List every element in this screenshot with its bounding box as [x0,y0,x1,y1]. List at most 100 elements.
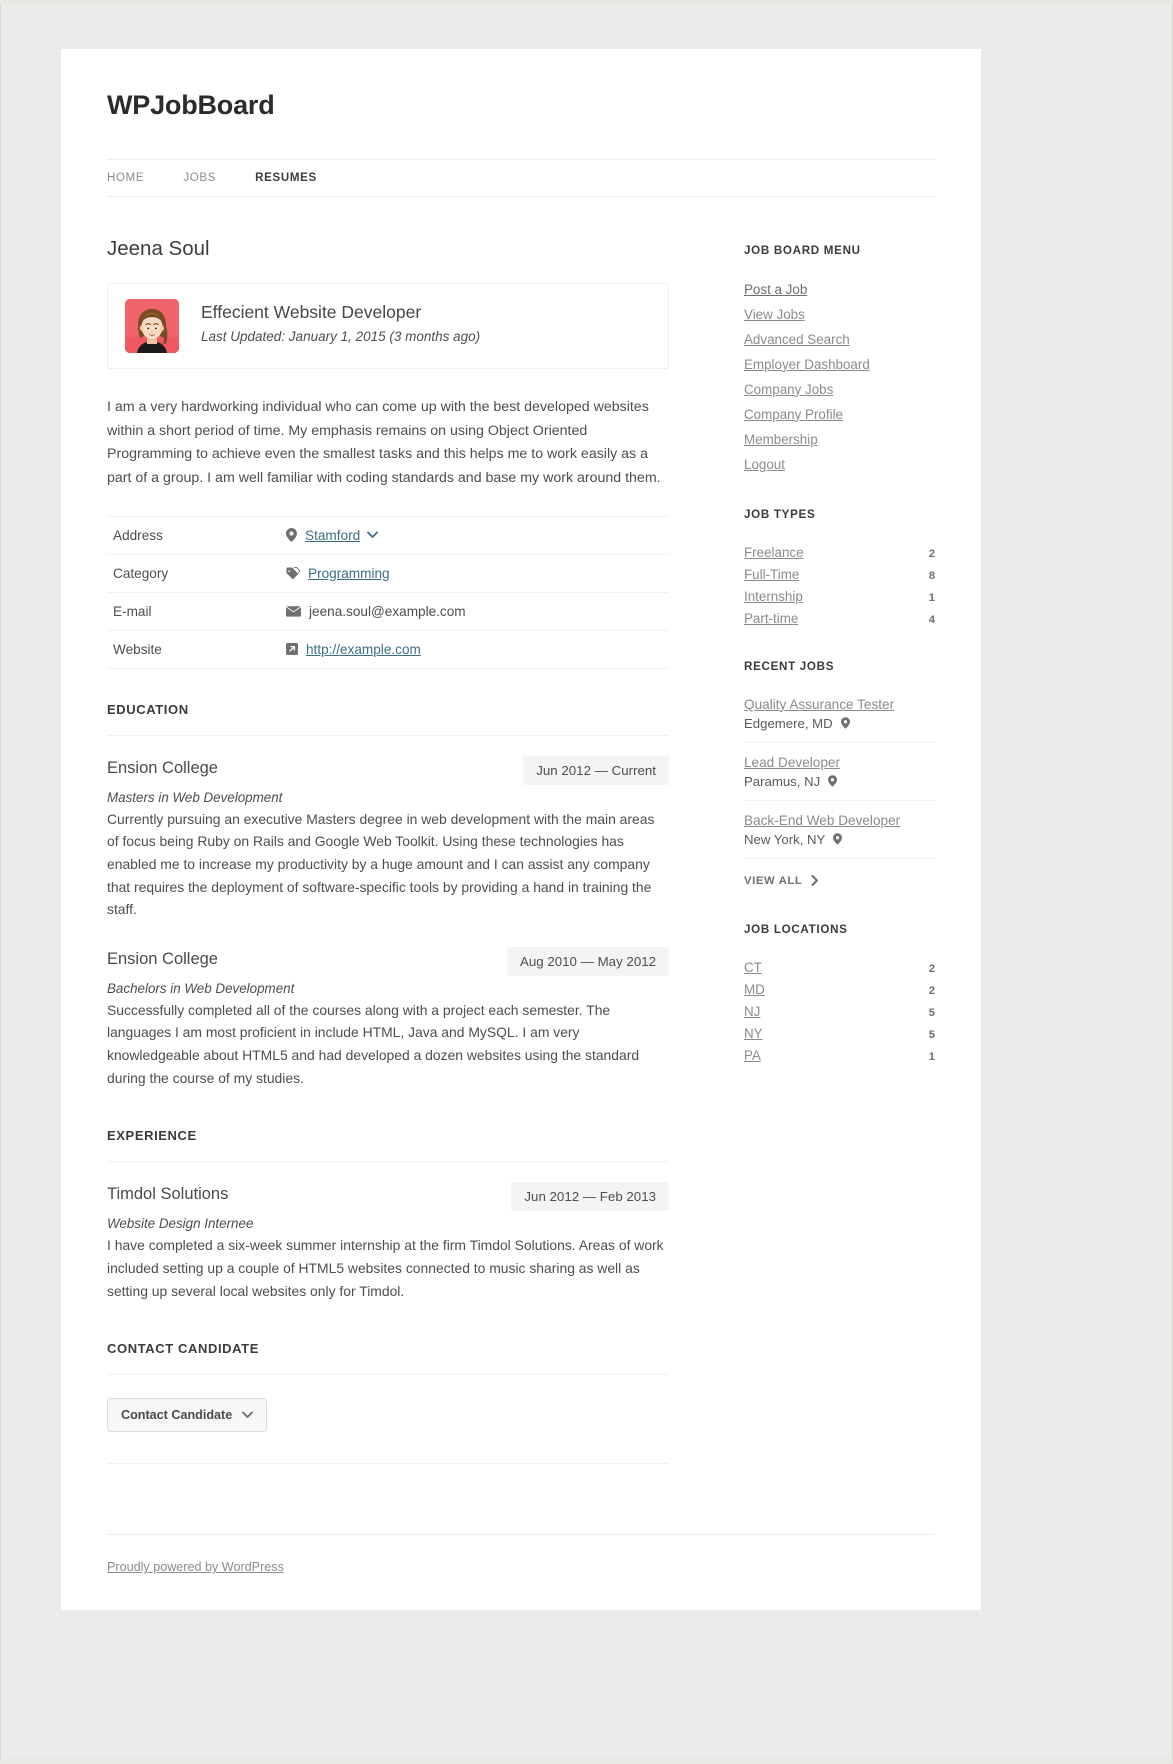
job-type-internship[interactable]: Internship [744,589,803,604]
job-location-count: 2 [928,962,935,975]
detail-label-category: Category [113,565,169,581]
view-all-jobs-link[interactable]: VIEW ALL [744,875,819,887]
experience-entry: Timdol Solutions Jun 2012 — Feb 2013 Web… [107,1162,669,1308]
recent-job-location-text: New York, NY [744,831,826,847]
widget-title-job-locations: JOB LOCATIONS [744,922,848,936]
sidebar-item-company-jobs[interactable]: Company Jobs [744,382,833,397]
resume-summary-card: Effecient Website Developer Last Updated… [107,283,669,370]
education-date: Jun 2012 — Current [523,755,669,785]
site-title: WPJobBoard [107,90,275,120]
view-all-label: VIEW ALL [744,874,803,887]
section-heading-education: EDUCATION [107,702,669,736]
job-type-count: 1 [928,591,935,604]
experience-description: I have completed a six-week summer inter… [107,1237,664,1299]
section-heading-experience: EXPERIENCE [107,1128,669,1163]
widget-job-types: JOB TYPES Freelance 2 Full-Time 8 Intern… [744,508,935,626]
detail-value-address[interactable]: Stamford [305,528,360,543]
job-location-nj[interactable]: NJ [744,1004,760,1019]
list-item: Full-Time 8 [744,567,935,582]
avatar [125,299,179,354]
detail-value-email: jeena.soul@example.com [309,603,466,619]
list-item: Lead Developer Paramus, NJ [744,755,935,801]
section-heading-contact-candidate: CONTACT CANDIDATE [107,1341,669,1376]
list-item: View Jobs [744,306,935,324]
recent-job-back-end-web-developer[interactable]: Back-End Web Developer [744,813,935,828]
widget-job-board-menu: JOB BOARD MENU Post a Job View Jobs Adva… [744,244,935,474]
chevron-down-icon[interactable] [367,531,379,539]
recent-job-quality-assurance-tester[interactable]: Quality Assurance Tester [744,697,935,712]
resume-summary-text: I am a very hardworking individual who c… [107,399,661,486]
sidebar-item-logout[interactable]: Logout [744,457,785,472]
education-entry: Ension College Aug 2010 — May 2012 Bache… [107,927,669,1096]
recent-job-lead-developer[interactable]: Lead Developer [744,755,935,770]
list-item: Membership [744,431,935,449]
job-type-freelance[interactable]: Freelance [744,545,804,560]
table-row-category: Category Programming [107,554,669,593]
widget-job-locations: JOB LOCATIONS CT 2 MD 2 NJ 5 NY 5 PA 1 [744,923,935,1063]
table-row-website: Website http://example.com [107,630,669,669]
list-item: PA 1 [744,1048,935,1063]
content-divider [107,1463,669,1465]
list-item: Post a Job [744,281,935,299]
map-pin-icon [840,717,850,729]
education-subtitle: Masters in Web Development [107,789,283,805]
widget-title-job-board-menu: JOB BOARD MENU [744,243,861,257]
job-location-count: 5 [928,1028,935,1041]
list-item: Internship 1 [744,589,935,604]
resume-role-title: Effecient Website Developer [201,302,422,323]
education-entry: Ension College Jun 2012 — Current Master… [107,736,669,927]
sidebar-item-company-profile[interactable]: Company Profile [744,407,843,422]
site-footer: Proudly powered by WordPress [107,1534,935,1610]
contact-candidate-button-label: Contact Candidate [121,1408,233,1423]
list-item: NJ 5 [744,1004,935,1019]
sidebar-item-advanced-search[interactable]: Advanced Search [744,332,850,347]
list-item: Back-End Web Developer New York, NY [744,813,935,859]
detail-label-website: Website [113,641,162,657]
job-location-pa[interactable]: PA [744,1048,761,1063]
main-navigation: HOME JOBS RESUMES [107,158,935,197]
list-item: Advanced Search [744,331,935,349]
powered-by-wordpress-link[interactable]: Proudly powered by WordPress [107,1560,284,1574]
widget-title-job-types: JOB TYPES [744,507,816,521]
recent-job-location: Paramus, NJ [744,774,935,789]
candidate-name: Jeena Soul [107,236,210,260]
sidebar: JOB BOARD MENU Post a Job View Jobs Adva… [669,237,935,1465]
detail-value-website[interactable]: http://example.com [306,642,421,657]
education-org: Ension College [107,949,218,968]
resume-main-column: Jeena Soul Effecient Website Developer L… [107,237,669,1465]
list-item: Company Profile [744,406,935,424]
job-location-ny[interactable]: NY [744,1026,763,1041]
nav-item-resumes[interactable]: RESUMES [255,172,317,184]
education-description: Successfully completed all of the course… [107,1001,640,1086]
job-type-part-time[interactable]: Part-time [744,611,798,626]
job-type-full-time[interactable]: Full-Time [744,567,799,582]
education-subtitle: Bachelors in Web Development [107,980,295,996]
recent-job-location: Edgemere, MD [744,716,935,731]
nav-item-jobs[interactable]: JOBS [183,172,216,184]
list-item: NY 5 [744,1026,935,1041]
sidebar-item-membership[interactable]: Membership [744,432,818,447]
detail-value-category[interactable]: Programming [308,566,390,581]
education-date: Aug 2010 — May 2012 [506,946,669,976]
nav-item-home[interactable]: HOME [107,172,144,184]
list-item: Company Jobs [744,381,935,399]
detail-label-email: E-mail [113,603,152,619]
list-item: MD 2 [744,982,935,997]
job-type-count: 2 [928,547,935,560]
job-location-count: 5 [928,1006,935,1019]
job-location-count: 1 [928,1050,935,1063]
external-link-icon [286,643,298,656]
resume-details-table: Address Stamford Category Programming E-… [107,516,669,669]
contact-candidate-button[interactable]: Contact Candidate [107,1398,268,1433]
job-location-md[interactable]: MD [744,982,765,997]
sidebar-item-view-jobs[interactable]: View Jobs [744,307,805,322]
list-item: CT 2 [744,960,935,975]
widget-recent-jobs: RECENT JOBS Quality Assurance Tester Edg… [744,660,935,889]
sidebar-item-post-a-job[interactable]: Post a Job [744,282,807,297]
job-location-ct[interactable]: CT [744,960,762,975]
sidebar-item-employer-dashboard[interactable]: Employer Dashboard [744,357,870,372]
page-container: WPJobBoard HOME JOBS RESUMES Jeena Soul [61,49,981,1611]
table-row-address: Address Stamford [107,516,669,555]
detail-label-address: Address [113,527,163,543]
recent-job-location-text: Paramus, NJ [744,773,821,789]
